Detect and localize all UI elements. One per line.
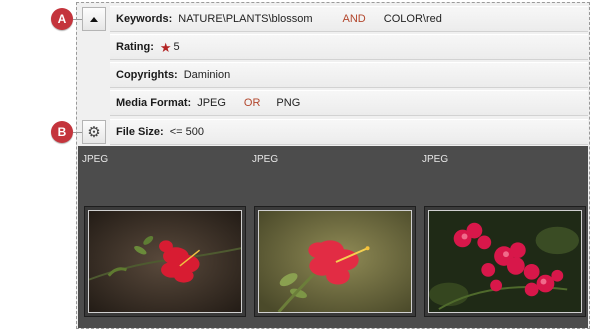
callout-b: B	[51, 121, 73, 143]
copyrights-value[interactable]: Daminion	[184, 69, 230, 81]
star-icon: ★	[159, 39, 172, 55]
filter-row-media-format[interactable]: Media Format: JPEG OR PNG	[110, 90, 588, 116]
keywords-label: Keywords:	[116, 13, 173, 25]
thumbnail-format-label: JPEG	[252, 154, 279, 165]
keywords-value-2[interactable]: COLOR\red	[384, 13, 442, 25]
filter-row-copyrights[interactable]: Copyrights: Daminion	[110, 62, 588, 88]
filter-row-keywords[interactable]: Keywords: NATURE\PLANTS\blossom AND COLO…	[110, 6, 588, 32]
gear-icon: ⚙	[87, 123, 101, 141]
callout-a-connector	[73, 19, 82, 20]
media-format-value-1[interactable]: JPEG	[197, 97, 226, 109]
collapse-button[interactable]	[82, 7, 106, 31]
thumbnail-format-label: JPEG	[82, 154, 109, 165]
thumbnail-1[interactable]	[84, 206, 246, 317]
media-format-operator[interactable]: OR	[232, 97, 271, 109]
filter-row-rating[interactable]: Rating: ★ 5	[110, 34, 588, 60]
thumbnail-image	[428, 210, 582, 313]
thumbnail-format-label: JPEG	[422, 154, 449, 165]
thumbnail-3[interactable]	[424, 206, 586, 317]
keywords-value-1[interactable]: NATURE\PLANTS\blossom	[178, 13, 312, 25]
callout-a: A	[51, 8, 73, 30]
media-format-label: Media Format:	[116, 97, 192, 109]
chevron-up-icon	[90, 16, 98, 22]
file-size-value[interactable]: <= 500	[170, 126, 204, 138]
callout-b-connector	[73, 132, 82, 133]
thumbnail-image	[88, 210, 242, 313]
thumbnail-image	[258, 210, 412, 313]
rating-label: Rating:	[116, 41, 154, 53]
settings-button[interactable]: ⚙	[82, 120, 106, 144]
thumbnail-grid: JPEG JPEG JPEG	[78, 146, 588, 328]
rating-value[interactable]: 5	[174, 41, 180, 53]
media-format-value-2[interactable]: PNG	[276, 97, 300, 109]
file-size-label: File Size:	[116, 126, 164, 138]
filter-row-file-size[interactable]: File Size: <= 500	[110, 119, 588, 145]
thumbnail-2[interactable]	[254, 206, 416, 317]
copyrights-label: Copyrights:	[116, 69, 178, 81]
keywords-operator[interactable]: AND	[319, 13, 378, 25]
